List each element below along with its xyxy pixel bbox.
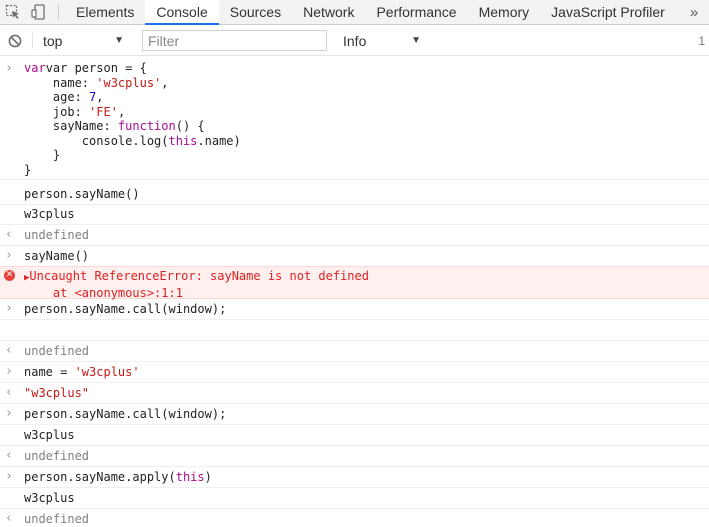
console-text: w3cplus xyxy=(24,207,75,221)
message-count: 1 xyxy=(698,33,705,48)
console-empty-entry xyxy=(0,320,709,341)
console-error-entry[interactable]: ✕ ▶Uncaught ReferenceError: sayName is n… xyxy=(0,266,709,300)
clear-console-icon[interactable] xyxy=(0,34,30,48)
dropdown-arrow-icon: ▼ xyxy=(114,35,124,46)
console-text: person.sayName.call(window); xyxy=(24,407,227,421)
log-level-value: Info xyxy=(343,32,367,49)
console-output-entry: w3cplus xyxy=(0,205,709,225)
console-messages: › varvar person = { name: 'w3cplus', age… xyxy=(0,57,709,526)
console-text: person.sayName() xyxy=(24,187,140,201)
double-chevron-right-icon[interactable]: » xyxy=(679,0,709,24)
console-output-entry: w3cplus xyxy=(0,425,709,446)
inspect-element-icon[interactable] xyxy=(0,0,26,24)
console-text: w3cplus xyxy=(24,428,75,442)
tab-performance[interactable]: Performance xyxy=(365,0,467,24)
return-arrow-icon: ‹ xyxy=(5,385,13,400)
console-text: name = 'w3cplus' xyxy=(24,365,140,379)
tab-sources[interactable]: Sources xyxy=(219,0,292,24)
console-input-entry: › name = 'w3cplus' xyxy=(0,362,709,383)
error-icon: ✕ xyxy=(4,270,15,281)
toolbar-divider xyxy=(58,4,59,20)
console-input-entry: › varvar person = { name: 'w3cplus', age… xyxy=(0,57,709,180)
console-filter-bar: top ▼ Info ▼ 1 xyxy=(0,26,709,56)
console-text: undefined xyxy=(24,228,90,242)
console-input-entry: › person.sayName.apply(this) xyxy=(0,467,709,488)
return-arrow-icon: ‹ xyxy=(5,448,13,463)
device-toolbar-icon[interactable] xyxy=(26,0,52,24)
log-level-selector[interactable]: Info ▼ xyxy=(335,33,429,49)
tab-console[interactable]: Console xyxy=(145,0,219,25)
console-input-entry: › person.sayName.call(window); xyxy=(0,404,709,425)
console-text: person.sayName.call(window); xyxy=(24,302,227,316)
console-input-entry: person.sayName() xyxy=(0,185,709,205)
dropdown-arrow-icon: ▼ xyxy=(411,35,421,46)
console-text: person.sayName.apply(this) xyxy=(24,470,212,484)
input-prompt-icon: › xyxy=(5,61,13,76)
return-arrow-icon: ‹ xyxy=(5,343,13,358)
return-arrow-icon: ‹ xyxy=(5,227,13,242)
console-return-entry: ‹ undefined xyxy=(0,341,709,362)
context-value: top xyxy=(43,32,63,49)
input-prompt-icon: › xyxy=(5,248,13,263)
console-return-entry: ‹ undefined xyxy=(0,509,709,526)
input-prompt-icon: › xyxy=(5,364,13,379)
console-return-entry: ‹ undefined xyxy=(0,225,709,246)
tab-memory[interactable]: Memory xyxy=(468,0,541,24)
console-input-entry: › sayName() xyxy=(0,246,709,267)
input-prompt-icon: › xyxy=(5,301,13,316)
console-return-entry: ‹ "w3cplus" xyxy=(0,383,709,404)
code-block: varvar person = { name: 'w3cplus', age: … xyxy=(24,61,241,177)
tab-javascript-profiler[interactable]: JavaScript Profiler xyxy=(540,0,676,24)
return-arrow-icon: ‹ xyxy=(5,511,13,526)
console-text: sayName() xyxy=(24,249,90,263)
input-prompt-icon: › xyxy=(5,406,13,421)
context-selector[interactable]: top ▼ xyxy=(32,32,132,49)
tab-network[interactable]: Network xyxy=(292,0,365,24)
console-text: "w3cplus" xyxy=(24,386,90,400)
tab-elements[interactable]: Elements xyxy=(65,0,145,24)
filter-input[interactable] xyxy=(142,30,327,51)
console-return-entry: ‹ undefined xyxy=(0,446,709,467)
console-text: w3cplus xyxy=(24,491,75,505)
console-output-entry: w3cplus xyxy=(0,488,709,509)
console-input-entry: › person.sayName.call(window); xyxy=(0,299,709,320)
console-text: undefined xyxy=(24,344,90,358)
console-text: ▶Uncaught ReferenceError: sayName is not… xyxy=(24,269,369,300)
input-prompt-icon: › xyxy=(5,469,13,484)
console-text: undefined xyxy=(24,449,90,463)
devtools-toolbar: Elements Console Sources Network Perform… xyxy=(0,0,709,25)
console-text: undefined xyxy=(24,512,90,526)
